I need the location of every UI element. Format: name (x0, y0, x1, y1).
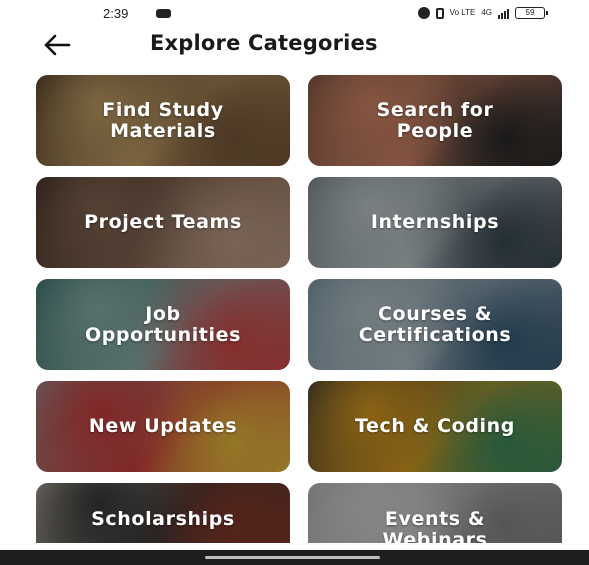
home-gesture-handle[interactable] (205, 556, 380, 559)
category-card-study-materials[interactable]: Find Study Materials (36, 75, 290, 166)
card-label: Find Study Materials (102, 98, 224, 142)
category-card-events-webinars[interactable]: Events & Webinars (308, 483, 562, 543)
card-label: New Updates (88, 415, 238, 437)
category-card-search-people[interactable]: Search for People (308, 75, 562, 166)
category-grid: Find Study Materials Search for People P… (0, 0, 589, 565)
category-card-new-updates[interactable]: New Updates (36, 381, 290, 472)
card-label: Job Opportunities (84, 302, 241, 346)
category-card-courses[interactable]: Courses & Certifications (308, 279, 562, 370)
category-card-internships[interactable]: Internships (308, 177, 562, 268)
card-label: Tech & Coding (355, 415, 515, 437)
card-label: Search for People (376, 98, 494, 142)
category-card-tech-coding[interactable]: Tech & Coding (308, 381, 562, 472)
card-label: Courses & Certifications (358, 302, 512, 346)
category-card-project-teams[interactable]: Project Teams (36, 177, 290, 268)
card-label: Project Teams (84, 211, 242, 233)
card-label: Events & Webinars (382, 508, 488, 544)
card-label: Internships (370, 211, 500, 233)
navigation-bar (0, 550, 589, 565)
category-card-job-opportunities[interactable]: Job Opportunities (36, 279, 290, 370)
category-card-scholarships[interactable]: Scholarships (36, 483, 290, 543)
card-label: Scholarships (91, 508, 235, 530)
